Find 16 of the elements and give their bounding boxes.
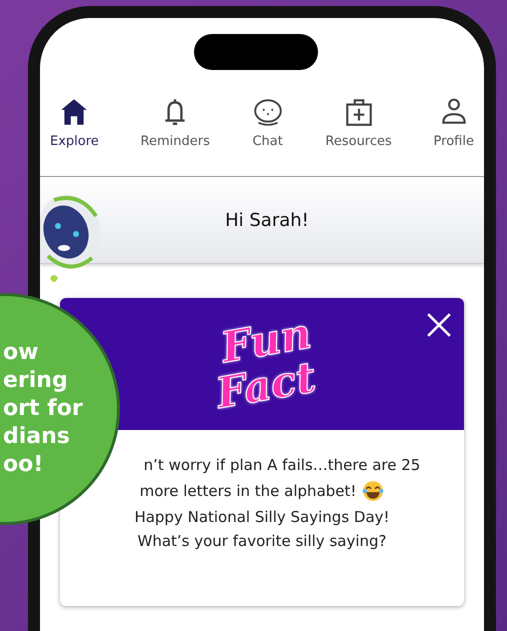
fact-text: Happy National Silly Sayings Day! [134, 508, 390, 526]
badge-text: ering [3, 367, 69, 395]
nav-tab[interactable]: Reminders [136, 96, 214, 176]
nav-tab[interactable]: Chat [248, 96, 288, 176]
badge-text: ow [3, 339, 40, 367]
badge-text: ort for [3, 395, 83, 423]
nav-tab[interactable]: Profile [430, 96, 478, 176]
greeting-text: Hi Sarah! [225, 210, 309, 230]
badge-text: oo! [3, 451, 44, 479]
fact-text: What’s your favorite silly saying? [137, 532, 386, 550]
close-icon [426, 312, 452, 338]
nav-tab[interactable]: Resources [321, 96, 396, 176]
badge-text: dians [3, 423, 71, 451]
nav-tab[interactable]: Explore [46, 96, 103, 176]
fact-text: more letters in the alphabet! [140, 482, 356, 500]
fact-text: n’t worry if plan A fails…there are 25 [144, 456, 420, 474]
